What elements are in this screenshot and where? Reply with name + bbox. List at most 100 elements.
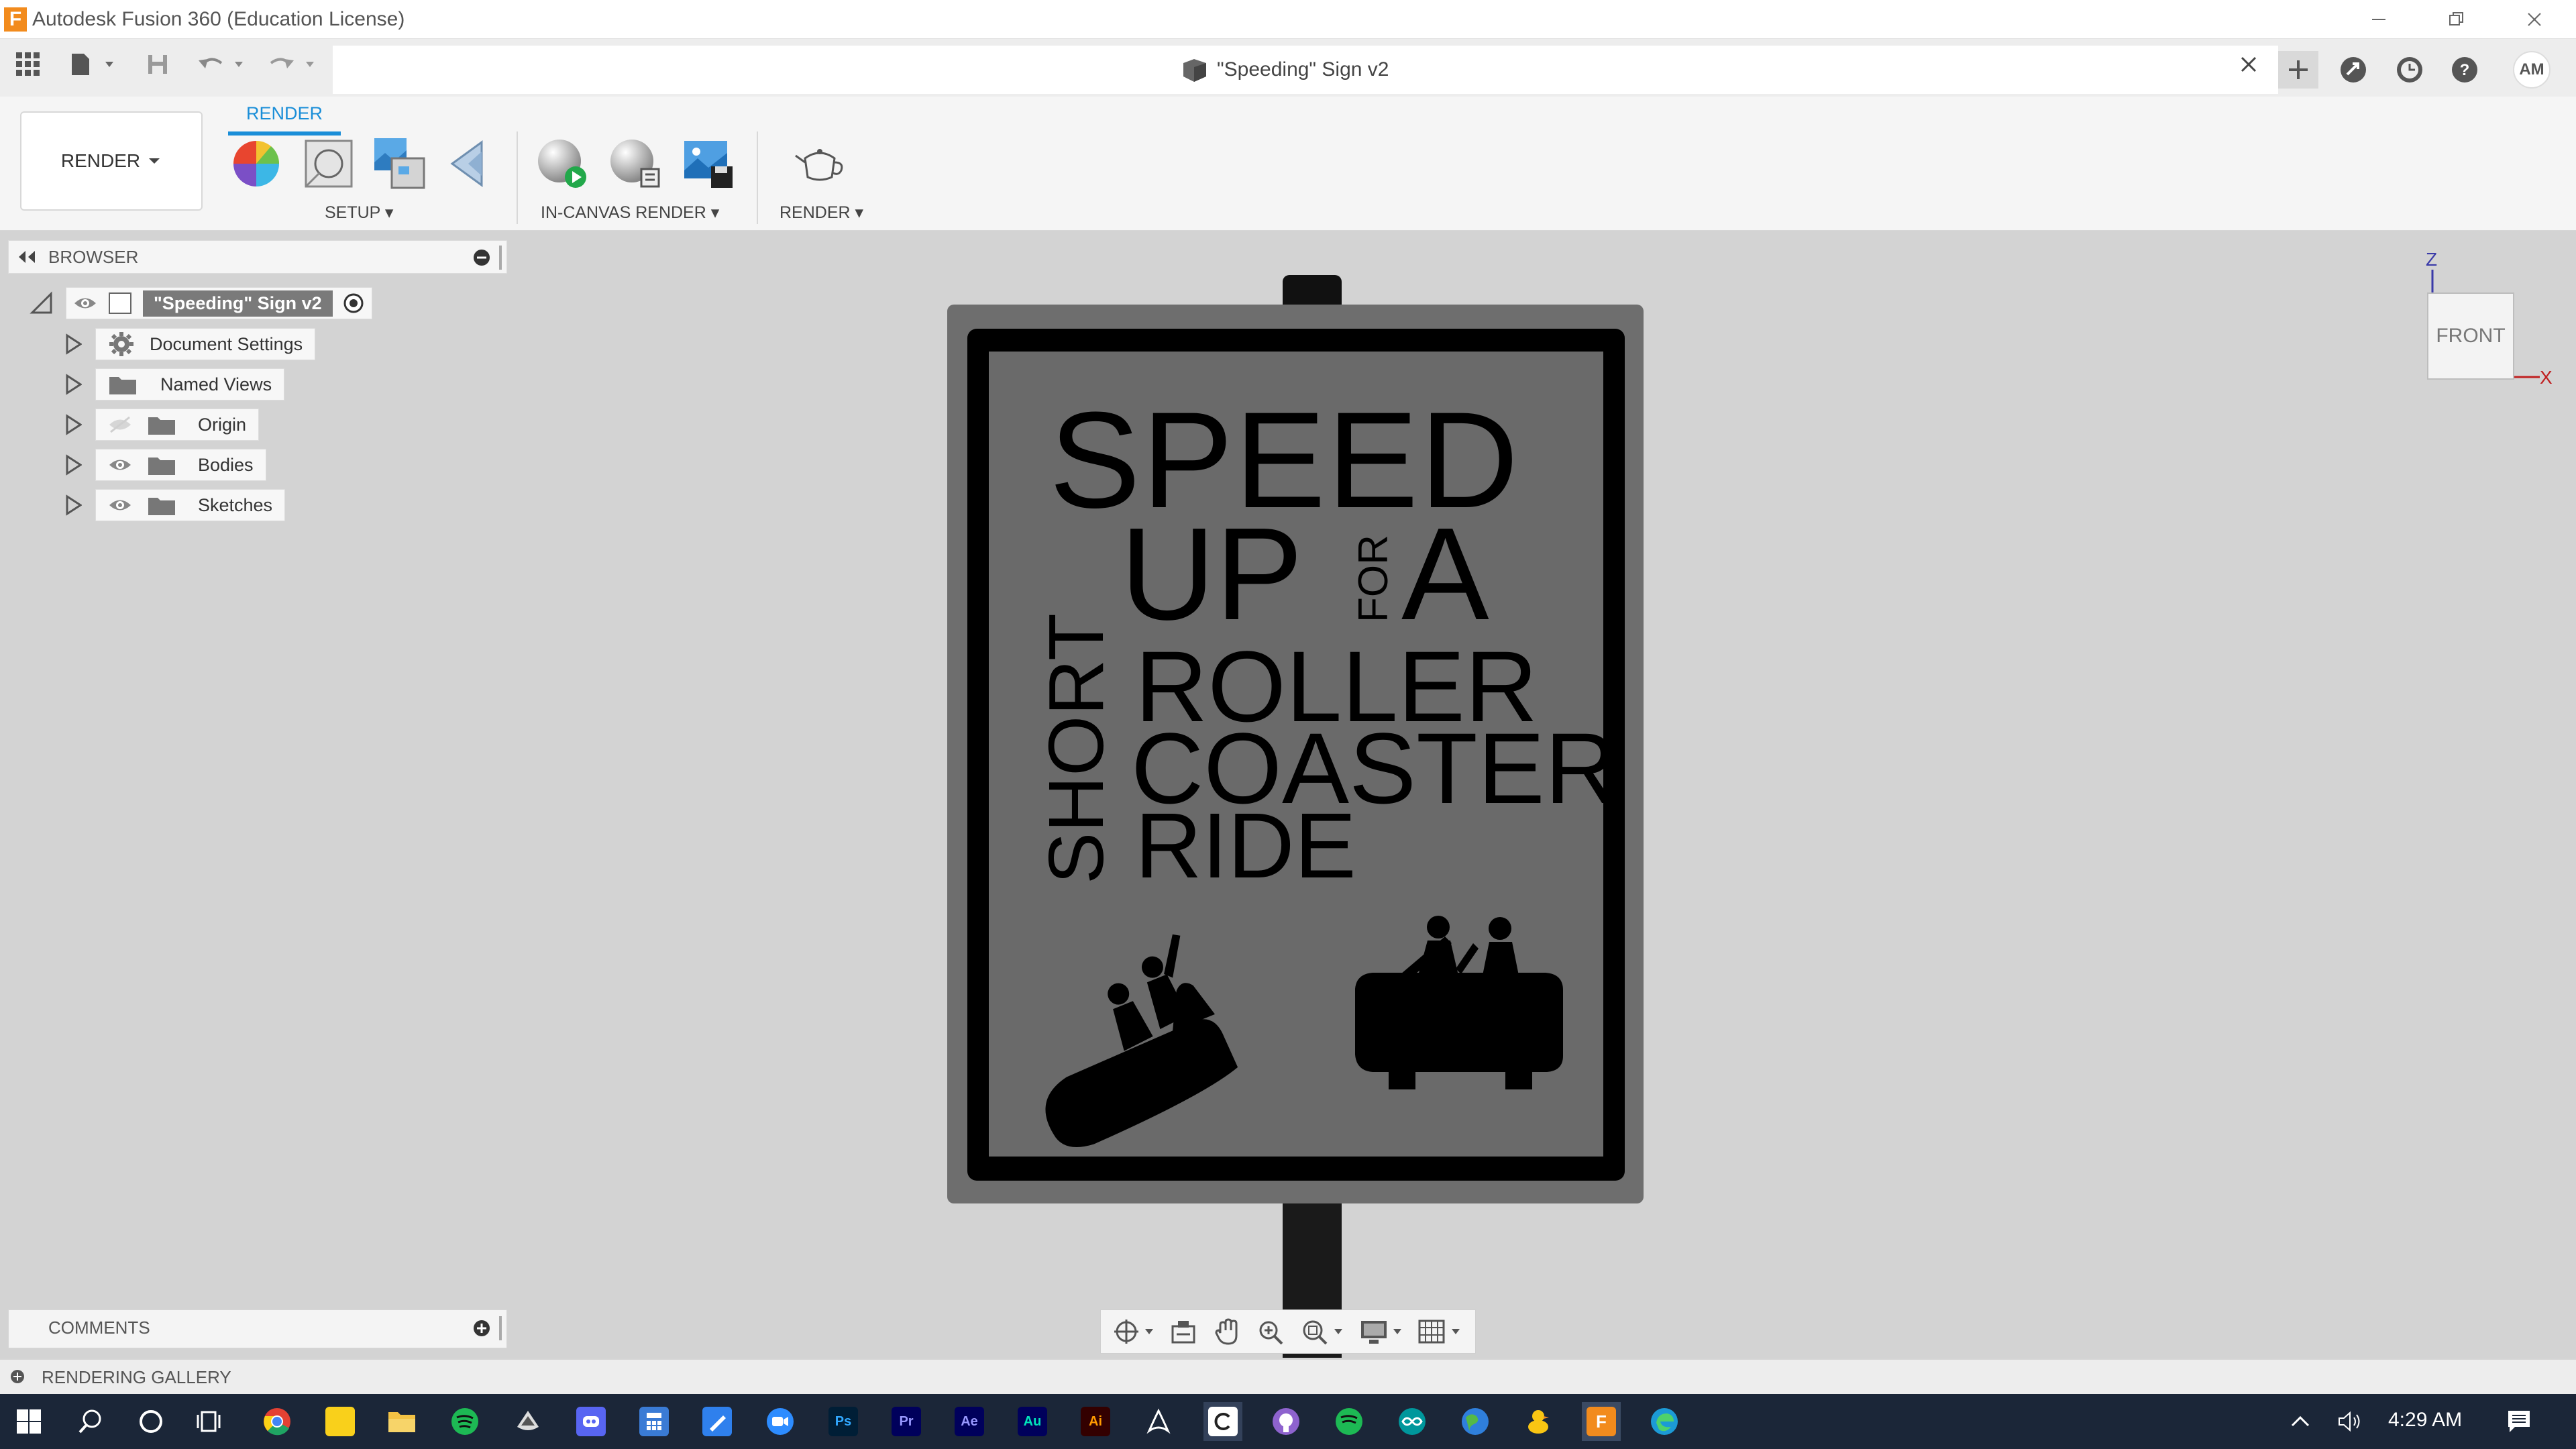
data-panel-button[interactable]: [12, 50, 44, 79]
collapse-triangle-icon[interactable]: [28, 290, 55, 317]
taskbar-app-arduino[interactable]: [1393, 1402, 1432, 1441]
zoom-window-icon: [1303, 1320, 1342, 1345]
expand-triangle-icon[interactable]: [64, 453, 82, 476]
taskbar-app-duck[interactable]: [1519, 1402, 1558, 1441]
file-menu-button[interactable]: [66, 50, 119, 79]
panel-grip[interactable]: [499, 1316, 502, 1340]
new-tab-button[interactable]: [2278, 51, 2318, 89]
tree-chip-named-views[interactable]: Named Views: [95, 368, 285, 400]
browser-root-row[interactable]: "Speeding" Sign v2: [28, 286, 372, 320]
eye-icon[interactable]: [108, 455, 132, 475]
tree-item-sketches[interactable]: Sketches: [64, 488, 286, 522]
taskbar-app-sketch[interactable]: [698, 1402, 737, 1441]
setup-group-label[interactable]: SETUP ▾: [325, 203, 393, 223]
extensions-button[interactable]: [2333, 51, 2373, 89]
fit-button[interactable]: [1297, 1316, 1348, 1348]
taskbar-app-photoshop[interactable]: Ps: [824, 1402, 863, 1441]
taskbar-app-cricut[interactable]: [1203, 1402, 1242, 1441]
workspace-switcher[interactable]: RENDER: [20, 111, 203, 211]
pan-button[interactable]: [1209, 1316, 1245, 1348]
start-render-button[interactable]: [534, 136, 590, 192]
taskbar-clock[interactable]: 4:29 AM: [2388, 1409, 2462, 1432]
eye-icon[interactable]: [73, 293, 97, 313]
taskbar-app-chrome[interactable]: [258, 1402, 297, 1441]
expand-triangle-icon[interactable]: [64, 333, 82, 356]
tree-item-document-settings[interactable]: Document Settings: [64, 327, 316, 361]
job-status-button[interactable]: [2390, 51, 2430, 89]
scene-settings-button[interactable]: [301, 136, 357, 192]
eye-hidden-icon[interactable]: [108, 415, 132, 435]
undo-button[interactable]: [195, 50, 248, 79]
taskbar-app-discord[interactable]: [572, 1402, 610, 1441]
taskbar-app-acrobat[interactable]: [1139, 1402, 1178, 1441]
scene-settings-icon: [305, 140, 353, 188]
taskbar-app-zoom[interactable]: [761, 1402, 800, 1441]
cortana-button[interactable]: [131, 1402, 170, 1441]
taskbar-app-fusion[interactable]: F: [1582, 1402, 1621, 1441]
taskbar-app-audition[interactable]: Au: [1013, 1402, 1052, 1441]
expand-triangle-icon[interactable]: [64, 494, 82, 517]
add-comment-button[interactable]: [472, 1319, 491, 1341]
expand-triangle-icon[interactable]: [64, 413, 82, 436]
render-button[interactable]: [792, 136, 848, 192]
display-settings-button[interactable]: [1356, 1316, 1407, 1348]
volume-button[interactable]: [2330, 1402, 2369, 1441]
tree-chip-sketches[interactable]: Sketches: [95, 489, 286, 521]
in-canvas-render-group-label[interactable]: IN-CANVAS RENDER ▾: [541, 203, 719, 223]
close-document-button[interactable]: [2234, 50, 2263, 79]
tab-render[interactable]: RENDER: [228, 99, 341, 136]
taskbar-app-inkscape[interactable]: [508, 1402, 547, 1441]
taskbar-app-premiere[interactable]: Pr: [887, 1402, 926, 1441]
svg-text:?: ?: [2460, 61, 2470, 79]
tree-item-origin[interactable]: Origin: [64, 408, 260, 441]
render-group-label[interactable]: RENDER ▾: [780, 203, 863, 223]
taskbar-app-edge[interactable]: [1645, 1402, 1684, 1441]
close-window-button[interactable]: [2496, 0, 2573, 39]
taskbar-app-spotify[interactable]: [445, 1402, 484, 1441]
grid-settings-button[interactable]: [1415, 1316, 1466, 1348]
texture-map-button[interactable]: [372, 136, 428, 192]
tree-chip-origin[interactable]: Origin: [95, 409, 260, 441]
task-view-button[interactable]: [191, 1402, 229, 1441]
taskbar-app-file-explorer[interactable]: [382, 1402, 421, 1441]
tree-chip-document-settings[interactable]: Document Settings: [95, 328, 316, 360]
appearance-button[interactable]: [228, 136, 284, 192]
gallery-toggle[interactable]: [9, 1368, 25, 1388]
decal-button[interactable]: [443, 136, 499, 192]
taskbar-app-earth[interactable]: [1456, 1402, 1495, 1441]
view-cube[interactable]: FRONT: [2427, 292, 2514, 380]
capture-image-button[interactable]: [680, 136, 737, 192]
notifications-button[interactable]: [2500, 1402, 2538, 1441]
zoom-button[interactable]: [1253, 1316, 1289, 1348]
taskbar-app-illustrator[interactable]: Ai: [1076, 1402, 1115, 1441]
render-settings-button[interactable]: [606, 136, 663, 192]
restore-button[interactable]: [2418, 0, 2496, 39]
tree-item-named-views[interactable]: Named Views: [64, 368, 285, 401]
look-at-button[interactable]: [1165, 1316, 1201, 1348]
save-button[interactable]: [141, 50, 174, 79]
tree-item-bodies[interactable]: Bodies: [64, 448, 266, 482]
taskbar-app-github[interactable]: [1267, 1402, 1305, 1441]
taskbar-app-calculator[interactable]: [635, 1402, 674, 1441]
activate-radio-icon[interactable]: [342, 292, 365, 315]
tree-chip-bodies[interactable]: Bodies: [95, 449, 266, 481]
minimize-button[interactable]: [2340, 0, 2418, 39]
eye-icon[interactable]: [108, 495, 132, 515]
search-button[interactable]: [71, 1402, 110, 1441]
taskbar-app-sticky-notes[interactable]: [321, 1402, 360, 1441]
browser-root-chip[interactable]: "Speeding" Sign v2: [66, 287, 372, 319]
navigation-bar: [1100, 1309, 1476, 1354]
taskbar-app-spotify-2[interactable]: [1330, 1402, 1368, 1441]
expand-triangle-icon[interactable]: [64, 373, 82, 396]
browser-minimize-button[interactable]: [472, 248, 491, 270]
collapse-browser-button[interactable]: [15, 248, 39, 269]
help-button[interactable]: ?: [2445, 51, 2485, 89]
start-button[interactable]: [9, 1402, 48, 1441]
rendering-gallery-bar[interactable]: [0, 1359, 2576, 1394]
show-hidden-icons-button[interactable]: [2281, 1402, 2320, 1441]
redo-button[interactable]: [263, 50, 319, 79]
panel-grip[interactable]: [499, 246, 502, 270]
orbit-button[interactable]: [1110, 1316, 1157, 1348]
taskbar-app-after-effects[interactable]: Ae: [950, 1402, 989, 1441]
user-avatar[interactable]: AM: [2513, 51, 2551, 89]
